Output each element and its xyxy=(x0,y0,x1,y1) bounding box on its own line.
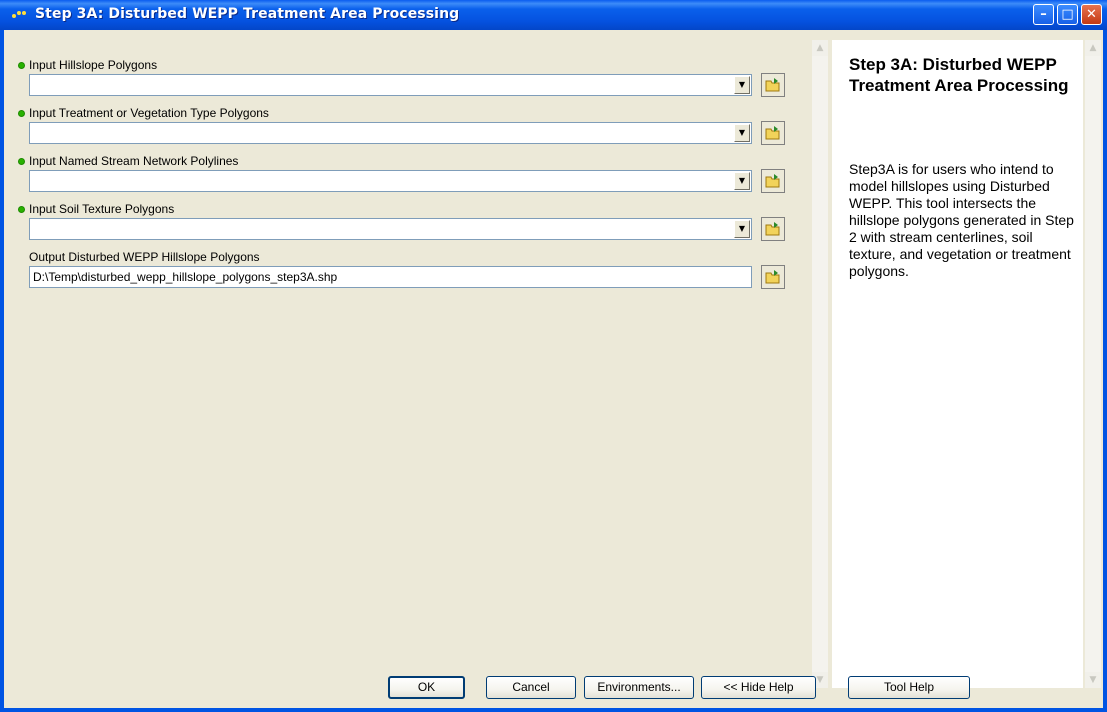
parameters-scrollbar[interactable]: ▲ ▼ xyxy=(812,40,828,688)
browse-treatment-button[interactable] xyxy=(761,121,785,145)
chevron-down-icon[interactable]: ▼ xyxy=(734,124,750,142)
help-title: Step 3A: Disturbed WEPP Treatment Area P… xyxy=(849,55,1069,95)
browse-soil-button[interactable] xyxy=(761,217,785,241)
title-bar[interactable]: Step 3A: Disturbed WEPP Treatment Area P… xyxy=(0,0,1107,30)
help-panel: Step 3A: Disturbed WEPP Treatment Area P… xyxy=(832,40,1083,688)
toolbox-app-icon xyxy=(12,9,28,21)
tool-help-button[interactable]: Tool Help xyxy=(848,676,970,699)
maximize-button[interactable]: □ xyxy=(1057,4,1078,25)
window-title: Step 3A: Disturbed WEPP Treatment Area P… xyxy=(35,6,460,22)
output-path-field[interactable]: D:\Temp\disturbed_wepp_hillslope_polygon… xyxy=(29,266,752,288)
required-indicator-icon xyxy=(18,158,25,165)
open-folder-icon xyxy=(765,270,780,284)
help-description: Step3A is for users who intend to model … xyxy=(849,161,1074,279)
browse-stream-button[interactable] xyxy=(761,169,785,193)
chevron-down-icon[interactable]: ▼ xyxy=(734,220,750,238)
required-indicator-icon xyxy=(18,206,25,213)
dialog-window: Step 3A: Disturbed WEPP Treatment Area P… xyxy=(0,0,1107,712)
param-label-treatment: Input Treatment or Vegetation Type Polyg… xyxy=(29,106,269,120)
required-indicator-icon xyxy=(18,62,25,69)
open-folder-icon xyxy=(765,222,780,236)
hillslope-polygons-combo[interactable] xyxy=(29,74,752,96)
scroll-up-icon[interactable]: ▲ xyxy=(1085,40,1101,56)
scroll-down-icon[interactable]: ▼ xyxy=(1085,672,1101,688)
browse-hillslope-button[interactable] xyxy=(761,73,785,97)
stream-polylines-combo[interactable] xyxy=(29,170,752,192)
dialog-client: Input Hillslope Polygons ▼ Input Treatme… xyxy=(4,30,1103,708)
chevron-down-icon[interactable]: ▼ xyxy=(734,76,750,94)
param-label-hillslope: Input Hillslope Polygons xyxy=(29,58,158,72)
close-button[interactable]: ✕ xyxy=(1081,4,1102,25)
open-folder-icon xyxy=(765,126,780,140)
help-scrollbar[interactable]: ▲ ▼ xyxy=(1085,40,1101,688)
open-folder-icon xyxy=(765,78,780,92)
hide-help-button[interactable]: << Hide Help xyxy=(701,676,816,699)
chevron-down-icon[interactable]: ▼ xyxy=(734,172,750,190)
open-folder-icon xyxy=(765,174,780,188)
required-indicator-icon xyxy=(18,110,25,117)
cancel-button[interactable]: Cancel xyxy=(486,676,576,699)
scroll-up-icon[interactable]: ▲ xyxy=(812,40,828,56)
close-icon: ✕ xyxy=(1086,7,1097,22)
maximize-icon: □ xyxy=(1061,7,1074,22)
minimize-icon: – xyxy=(1040,7,1047,22)
treatment-polygons-combo[interactable] xyxy=(29,122,752,144)
minimize-button[interactable]: – xyxy=(1033,4,1054,25)
ok-button[interactable]: OK xyxy=(388,676,465,699)
soil-texture-combo[interactable] xyxy=(29,218,752,240)
param-label-soil: Input Soil Texture Polygons xyxy=(29,202,175,216)
parameters-panel: Input Hillslope Polygons ▼ Input Treatme… xyxy=(12,40,835,688)
browse-output-button[interactable] xyxy=(761,265,785,289)
environments-button[interactable]: Environments... xyxy=(584,676,694,699)
param-label-output: Output Disturbed WEPP Hillslope Polygons xyxy=(29,250,260,264)
param-label-stream: Input Named Stream Network Polylines xyxy=(29,154,239,168)
